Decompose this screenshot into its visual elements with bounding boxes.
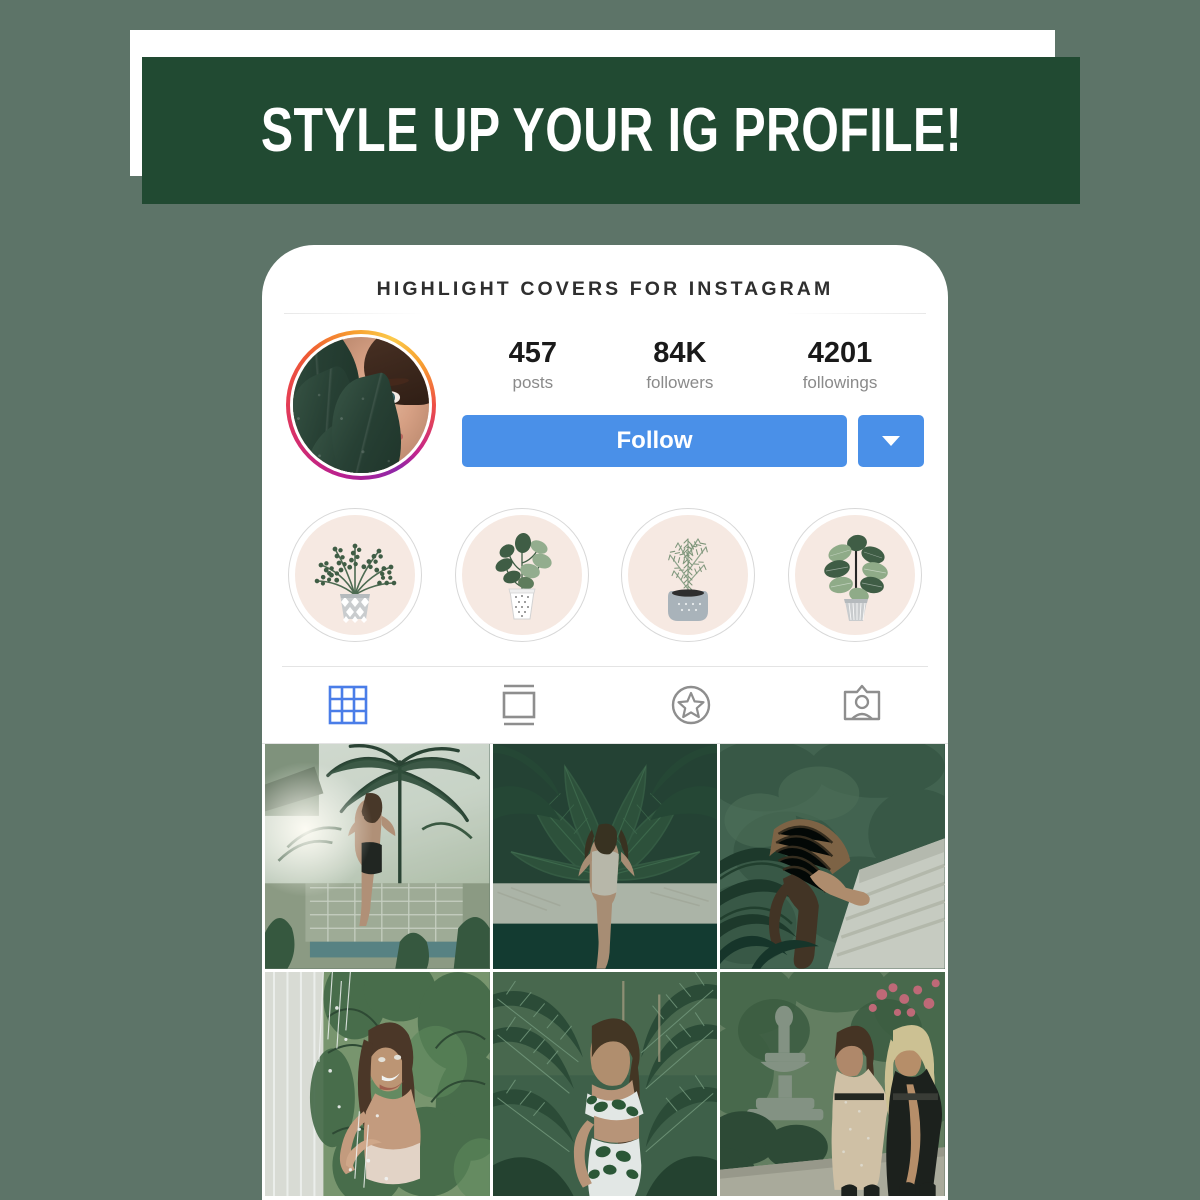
profile-tab-bar xyxy=(262,667,948,743)
highlight-cover-fern[interactable] xyxy=(288,508,422,642)
photo-palm-sunset-pool[interactable] xyxy=(265,744,490,969)
stat-value: 84K xyxy=(653,337,707,369)
caret-down-icon xyxy=(882,436,900,447)
follow-button[interactable]: Follow xyxy=(462,415,847,468)
page-title: STYLE UP YOUR IG PROFILE! xyxy=(260,95,962,165)
tab-tagged[interactable] xyxy=(777,667,949,743)
rubber-plant-in-pot-icon xyxy=(794,515,915,635)
tab-feed[interactable] xyxy=(434,667,606,743)
star-circle-icon xyxy=(671,685,710,725)
stat-value: 4201 xyxy=(807,337,873,369)
profile-section: 457 posts 84K followers 4201 followings … xyxy=(262,314,948,480)
avatar-inner-ring xyxy=(290,334,432,476)
tab-grid[interactable] xyxy=(262,667,434,743)
stat-value: 457 xyxy=(508,337,558,369)
profile-details: 457 posts 84K followers 4201 followings … xyxy=(436,330,924,468)
feed-list-icon xyxy=(502,684,536,726)
grid-icon xyxy=(328,685,368,725)
pothos-in-dotted-pot-icon xyxy=(461,515,582,635)
profile-dropdown-button[interactable] xyxy=(858,415,924,468)
photo-fountain-gowns[interactable] xyxy=(720,971,945,1197)
photo-shower-garden[interactable] xyxy=(265,971,490,1197)
stat-label: posts xyxy=(512,373,554,393)
phone-mockup: HIGHLIGHT COVERS FOR INSTAGRAM 457 posts… xyxy=(262,245,948,1200)
fern-in-patterned-pot-icon xyxy=(295,515,415,635)
stat-label: followers xyxy=(646,373,714,393)
stats-row: 457 posts 84K followers 4201 followings xyxy=(462,338,924,393)
stat-posts[interactable]: 457 posts xyxy=(509,338,557,393)
stat-label: followings xyxy=(802,373,878,393)
avatar[interactable] xyxy=(286,330,436,480)
stat-followers[interactable]: 84K followers xyxy=(646,338,713,393)
person-card-icon xyxy=(844,684,881,721)
banner-green-block: STYLE UP YOUR IG PROFILE! xyxy=(142,57,1080,204)
phone-header-title: HIGHLIGHT COVERS FOR INSTAGRAM xyxy=(376,278,834,300)
photo-palm-leaf-bikini[interactable] xyxy=(492,971,718,1197)
photo-green-balcony[interactable] xyxy=(720,744,945,969)
photo-palm-fronds-pool[interactable] xyxy=(492,744,718,969)
highlight-cover-rosemary[interactable] xyxy=(621,508,756,642)
tab-igtv[interactable] xyxy=(605,667,777,743)
profile-actions: Follow xyxy=(462,415,924,468)
rosemary-in-grey-basket-icon xyxy=(628,515,749,635)
highlights-row xyxy=(262,480,948,642)
photo-grid xyxy=(262,744,948,1197)
highlight-cover-pothos[interactable] xyxy=(454,508,589,642)
avatar-photo xyxy=(293,337,429,473)
stat-followings[interactable]: 4201 followings xyxy=(803,338,878,393)
highlight-cover-rubber-plant[interactable] xyxy=(787,508,922,642)
